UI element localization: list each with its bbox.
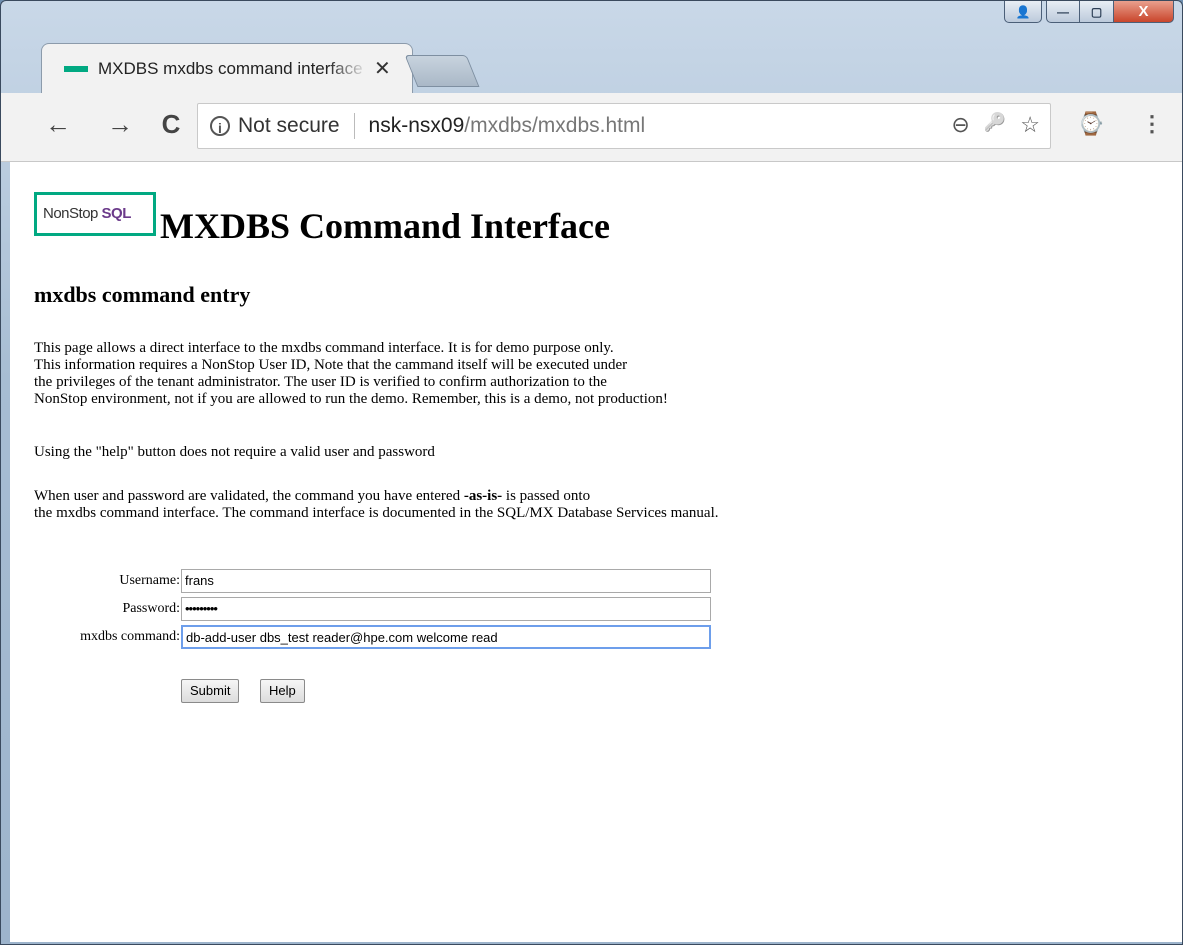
address-bar[interactable]: i Not secure nsk-nsx09/mxdbs/mxdbs.html … [197,103,1051,149]
minimize-button[interactable]: — [1046,1,1080,23]
password-label: Password: [122,601,180,616]
logo-text: NonStop [43,205,98,222]
forward-icon[interactable]: → [105,109,135,139]
username-field[interactable]: frans [181,569,711,593]
command-label: mxdbs command: [80,629,180,644]
security-label[interactable]: Not secure [238,114,340,138]
speedometer-icon[interactable]: ⌚ [1077,111,1104,137]
password-field[interactable]: ••••••••• [181,597,711,621]
address-bar-icons: ⊖ 🔑 ☆ [951,112,1040,138]
submit-button[interactable]: Submit [181,679,240,703]
validation-note-a: When user and password are validated, th… [34,488,464,504]
tab-close-icon[interactable]: ✕ [374,56,391,81]
page-content: NonStop SQL MXDBS Command Interface mxdb… [10,162,1182,942]
favicon-icon [64,65,88,72]
validation-note: When user and password are validated, th… [34,488,719,522]
browser-window: 👤 — ▢ X MXDBS mxdbs command interface ✕ … [0,0,1183,945]
title-bar: 👤 — ▢ X [1,1,1182,49]
url-path[interactable]: /mxdbs/mxdbs.html [464,114,645,138]
validation-note-b: is passed onto [502,488,591,504]
key-icon[interactable]: 🔑 [984,112,1006,138]
validation-note-c: the mxdbs command interface. The command… [34,505,719,521]
close-window-button[interactable]: X [1114,1,1174,23]
logo-sql: SQL [101,205,132,222]
browser-tab[interactable]: MXDBS mxdbs command interface ✕ [41,43,413,93]
username-row: Username: frans [34,568,711,594]
maximize-button[interactable]: ▢ [1080,1,1114,23]
user-icon[interactable]: 👤 [1004,1,1042,23]
intro-paragraph: This page allows a direct interface to t… [34,340,668,407]
validation-note-bold: -as-is- [463,488,503,504]
window-controls: 👤 — ▢ X [1004,1,1174,23]
reload-icon[interactable]: C [156,109,186,139]
help-button[interactable]: Help [260,679,305,703]
tab-title: MXDBS mxdbs command interface [98,58,363,78]
zoom-icon[interactable]: ⊖ [951,112,969,138]
page-title: MXDBS Command Interface [160,206,610,246]
bookmark-star-icon[interactable]: ☆ [1020,112,1040,138]
command-field[interactable]: db-add-user dbs_test reader@hpe.com welc… [181,625,711,649]
help-note: Using the "help" button does not require… [34,444,435,460]
back-icon[interactable]: ← [43,109,73,139]
command-row: mxdbs command: db-add-user dbs_test read… [34,624,711,650]
menu-icon[interactable]: ⋮ [1141,111,1163,137]
username-label: Username: [119,573,180,588]
browser-toolbar: ← → C i Not secure nsk-nsx09/mxdbs/mxdbs… [1,93,1182,162]
address-separator [353,113,355,139]
nonstop-sql-logo: NonStop SQL [34,192,156,236]
info-icon[interactable]: i [210,116,230,136]
password-row: Password: ••••••••• [34,596,711,622]
page-subtitle: mxdbs command entry [34,282,251,307]
new-tab-button[interactable] [404,55,480,87]
url-host[interactable]: nsk-nsx09 [369,114,465,138]
